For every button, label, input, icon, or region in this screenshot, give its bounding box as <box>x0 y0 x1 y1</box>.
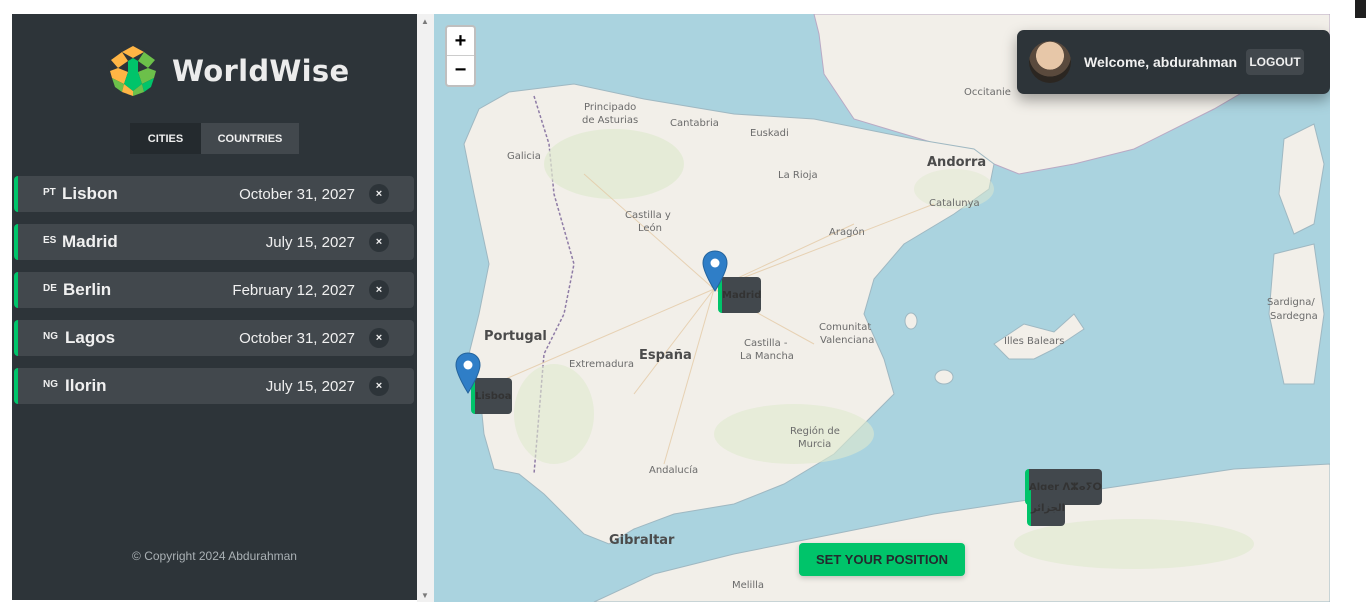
map-label-galicia: Galicia <box>507 151 541 162</box>
map-label-castilla: Castilla y <box>625 210 671 221</box>
avatar <box>1029 41 1071 83</box>
map-label-illes-balears: Illes Balears <box>1004 336 1065 347</box>
city-item-lisbon[interactable]: PT Lisbon October 31, 2027 × <box>14 176 414 212</box>
city-name: Lagos <box>65 328 116 347</box>
country-code: PT <box>43 187 56 198</box>
country-code: ES <box>43 235 57 246</box>
map-label-espana: España <box>639 348 692 363</box>
city-date: February 12, 2027 <box>232 282 355 299</box>
map-label-la-mancha: La Mancha <box>740 351 794 362</box>
city-name: Madrid <box>62 232 118 251</box>
city-item-berlin[interactable]: DE Berlin February 12, 2027 × <box>14 272 414 308</box>
zoom-in-button[interactable]: + <box>447 27 474 56</box>
welcome-text: Welcome, abdurahman <box>1084 54 1238 70</box>
map-label-occitanie: Occitanie <box>964 87 1011 98</box>
city-date: October 31, 2027 <box>239 330 355 347</box>
zoom-out-button[interactable]: − <box>447 56 474 85</box>
city-list: PT Lisbon October 31, 2027 × ES Madrid J… <box>14 176 414 416</box>
user-panel: Welcome, abdurahman LOGOUT <box>1017 30 1330 94</box>
app-name: WorldWise <box>172 54 350 88</box>
map-label-valenciana: Valenciana <box>820 335 875 346</box>
map-label-euskadi: Euskadi <box>750 128 789 139</box>
map-label-leon: León <box>638 223 663 234</box>
map-label-region-de: Región de <box>790 426 840 437</box>
map-label-aragon: Aragón <box>829 227 865 238</box>
map-label-sardegna: Sardegna <box>1270 311 1318 322</box>
zoom-control: + − <box>445 25 476 87</box>
globe-logo-icon <box>108 46 158 96</box>
tab-countries[interactable]: COUNTRIES <box>201 123 299 154</box>
map-marker-lisbon-icon[interactable] <box>455 352 481 394</box>
delete-city-button[interactable]: × <box>369 232 389 252</box>
map-label-andalucia: Andalucía <box>649 465 699 476</box>
set-position-button[interactable]: SET YOUR POSITION <box>799 543 965 576</box>
delete-city-button[interactable]: × <box>369 376 389 396</box>
copyright-text: © Copyright 2024 Abdurahman <box>132 549 297 563</box>
map-container[interactable]: Principado de Asturias Cantabria Euskadi… <box>434 14 1330 602</box>
view-tabs: CITIES COUNTRIES <box>130 123 299 154</box>
tab-cities[interactable]: CITIES <box>130 123 201 154</box>
map-marker-madrid-icon[interactable] <box>702 250 728 292</box>
app-logo[interactable]: WorldWise <box>106 44 349 98</box>
scroll-up-arrow-icon[interactable]: ▲ <box>421 17 429 26</box>
map-label-comunitat: Comunitat <box>819 322 872 333</box>
logout-button[interactable]: LOGOUT <box>1246 49 1304 75</box>
city-date: July 15, 2027 <box>265 234 355 251</box>
city-item-madrid[interactable]: ES Madrid July 15, 2027 × <box>14 224 414 260</box>
country-code: DE <box>43 283 57 294</box>
sidebar-scrollbar[interactable]: ▲ ▼ <box>417 14 434 602</box>
city-date: July 15, 2027 <box>265 378 355 395</box>
map-label-castilla-2: Castilla - <box>744 338 788 349</box>
city-item-lagos[interactable]: NG Lagos October 31, 2027 × <box>14 320 414 356</box>
city-date: October 31, 2027 <box>239 186 355 203</box>
window-edge <box>1355 0 1366 18</box>
map-label-la-rioja: La Rioja <box>778 170 818 181</box>
map-label-sardigna: Sardigna/ <box>1267 297 1315 308</box>
map-label-extremadura: Extremadura <box>569 359 634 370</box>
map-label-cantabria: Cantabria <box>670 118 719 129</box>
map-label-gibraltar: Gibraltar <box>609 533 675 548</box>
map-label-principado: Principado <box>584 102 637 113</box>
map-label-aljazair: الجزائر <box>1027 490 1066 526</box>
city-item-ilorin[interactable]: NG Ilorin July 15, 2027 × <box>14 368 414 404</box>
city-name: Berlin <box>63 280 112 299</box>
map-label-murcia: Murcia <box>798 439 832 450</box>
map-tiles[interactable] <box>434 14 1330 602</box>
app-window: WorldWise CITIES COUNTRIES PT Lisbon Oct… <box>12 14 1330 602</box>
delete-city-button[interactable]: × <box>369 184 389 204</box>
delete-city-button[interactable]: × <box>369 328 389 348</box>
sidebar: WorldWise CITIES COUNTRIES PT Lisbon Oct… <box>12 14 417 600</box>
country-code: NG <box>43 331 58 342</box>
scroll-down-arrow-icon[interactable]: ▼ <box>421 591 429 600</box>
map-label-melilla: Melilla <box>732 580 765 591</box>
map-label-catalunya: Catalunya <box>929 198 980 209</box>
city-name: Lisbon <box>62 184 118 203</box>
country-code: NG <box>43 379 58 390</box>
map-label-andorra: Andorra <box>927 155 987 170</box>
map-label-asturias: de Asturias <box>582 115 639 126</box>
delete-city-button[interactable]: × <box>369 280 389 300</box>
city-name: Ilorin <box>65 376 107 395</box>
map-label-portugal: Portugal <box>484 329 547 344</box>
